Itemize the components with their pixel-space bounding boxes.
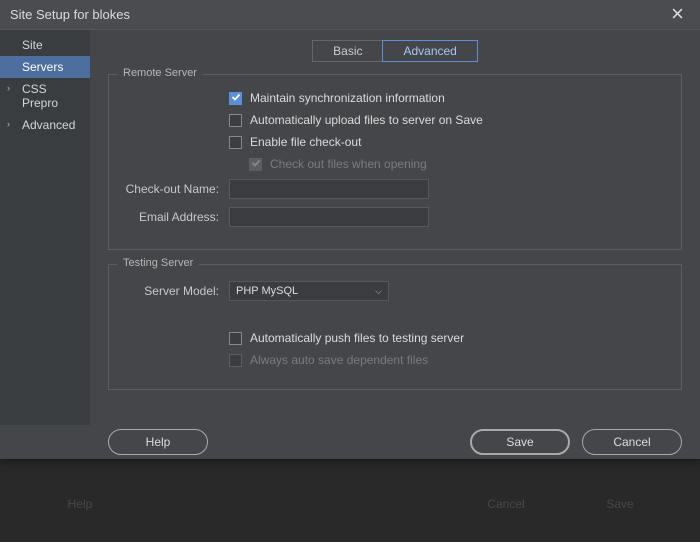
- bg-help-button: Help: [30, 491, 130, 517]
- auto-push-checkbox[interactable]: [229, 332, 242, 345]
- check-icon: [231, 91, 241, 105]
- enable-checkout-label: Enable file check-out: [250, 135, 361, 149]
- auto-save-dep-checkbox: [229, 354, 242, 367]
- sidebar-item-label: CSS Prepro: [22, 82, 58, 110]
- save-button[interactable]: Save: [470, 429, 570, 455]
- sidebar-item-css-prepro[interactable]: › CSS Prepro: [0, 78, 90, 114]
- server-model-select[interactable]: PHP MySQL ⌵: [229, 281, 389, 301]
- sidebar-item-site[interactable]: Site: [0, 34, 90, 56]
- email-label: Email Address:: [121, 210, 229, 224]
- titlebar: Site Setup for blokes: [0, 0, 700, 30]
- bg-save-button: Save: [570, 491, 670, 517]
- close-icon: [672, 7, 683, 22]
- checkout-name-input: [229, 179, 429, 199]
- server-model-label: Server Model:: [121, 284, 229, 298]
- tabs: Basic Advanced: [108, 40, 682, 62]
- server-model-value: PHP MySQL: [236, 285, 298, 297]
- chevron-right-icon: ›: [7, 83, 10, 93]
- enable-checkout-checkbox[interactable]: [229, 136, 242, 149]
- testing-server-group: Testing Server Server Model: PHP MySQL ⌵…: [108, 264, 682, 390]
- checkout-on-open-label: Check out files when opening: [270, 157, 427, 171]
- maintain-sync-checkbox[interactable]: [229, 92, 242, 105]
- auto-upload-label: Automatically upload files to server on …: [250, 113, 483, 127]
- checkout-on-open-checkbox: [249, 158, 262, 171]
- dialog-title: Site Setup for blokes: [10, 7, 654, 22]
- tab-advanced[interactable]: Advanced: [382, 40, 477, 62]
- group-title-remote: Remote Server: [117, 67, 203, 79]
- dialog-footer: Help Save Cancel: [0, 425, 700, 459]
- bg-cancel-button: Cancel: [456, 491, 556, 517]
- checkout-name-label: Check-out Name:: [121, 182, 229, 196]
- auto-save-dep-label: Always auto save dependent files: [250, 353, 428, 367]
- help-button[interactable]: Help: [108, 429, 208, 455]
- chevron-down-icon: ⌵: [375, 286, 382, 297]
- auto-upload-checkbox[interactable]: [229, 114, 242, 127]
- group-title-testing: Testing Server: [117, 257, 199, 269]
- site-setup-dialog: Site Setup for blokes Site Servers › CSS…: [0, 0, 700, 459]
- sidebar-item-label: Servers: [22, 60, 63, 74]
- chevron-right-icon: ›: [7, 119, 10, 129]
- cancel-button[interactable]: Cancel: [582, 429, 682, 455]
- sidebar-item-servers[interactable]: Servers: [0, 56, 90, 78]
- tab-basic[interactable]: Basic: [312, 40, 382, 62]
- sidebar-item-advanced[interactable]: › Advanced: [0, 114, 90, 136]
- sidebar-item-label: Advanced: [22, 118, 75, 132]
- sidebar-item-label: Site: [22, 38, 43, 52]
- email-input: [229, 207, 429, 227]
- remote-server-group: Remote Server Maintain synchronization i…: [108, 74, 682, 250]
- sidebar: Site Servers › CSS Prepro › Advanced: [0, 30, 90, 425]
- close-button[interactable]: [654, 0, 700, 30]
- maintain-sync-label: Maintain synchronization information: [250, 91, 445, 105]
- auto-push-label: Automatically push files to testing serv…: [250, 331, 464, 345]
- main-panel: Basic Advanced Remote Server Maintain sy…: [90, 30, 700, 425]
- check-icon: [251, 157, 261, 171]
